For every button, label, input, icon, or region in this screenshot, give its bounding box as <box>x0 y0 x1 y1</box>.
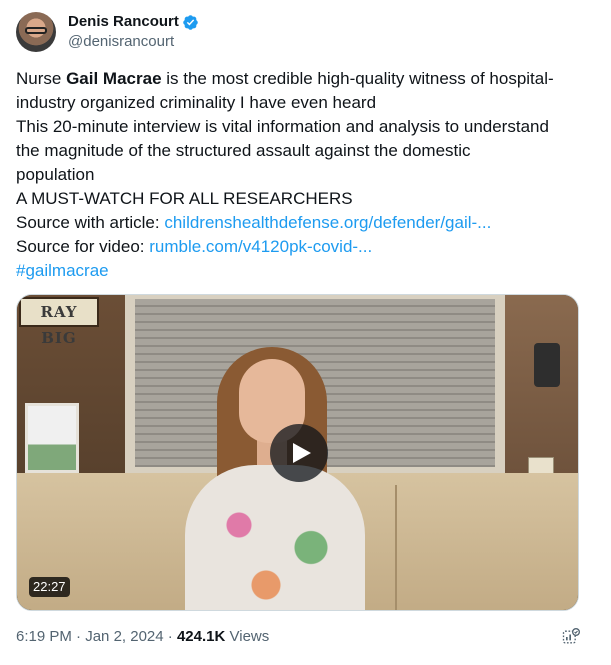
video-scene-sign: RAY BIG <box>19 297 99 347</box>
tweet-meta: 6:19 PM · Jan 2, 2024 · 424.1K Views <box>16 627 269 647</box>
video-scene-couch-seam <box>395 485 397 610</box>
source-video-link[interactable]: rumble.com/v4120pk-covid-... <box>149 237 372 256</box>
video-duration-badge: 22:27 <box>29 577 70 597</box>
source-article-label: Source with article: <box>16 213 165 232</box>
sign-text: RAY BIG <box>40 303 78 347</box>
video-scene-person-body <box>185 465 365 610</box>
views-count: 424.1K <box>176 628 226 645</box>
play-icon <box>293 443 311 463</box>
tweet-time[interactable]: 6:19 PM <box>16 628 72 645</box>
source-article-line: Source with article: childrenshealthdefe… <box>16 211 591 235</box>
tweet-line-1: Nurse Gail Macrae is the most credible h… <box>16 67 591 91</box>
source-article-link[interactable]: childrenshealthdefense.org/defender/gail… <box>164 213 491 232</box>
video-player[interactable]: RAY BIG 22:27 <box>16 294 579 611</box>
views-label: Views <box>225 628 270 645</box>
author-names: Denis Rancourt @denisrancourt <box>68 12 199 52</box>
author-display-name[interactable]: Denis Rancourt <box>68 12 179 32</box>
tweet-line-4: the magnitude of the structured assault … <box>16 141 471 160</box>
tweet-line-3: This 20-minute interview is vital inform… <box>16 117 549 136</box>
tweet-line-5: population <box>16 165 95 184</box>
analytics-icon[interactable] <box>561 627 581 647</box>
avatar[interactable] <box>16 12 56 52</box>
tweet-line-6: A MUST-WATCH FOR ALL RESEARCHERS <box>16 189 353 208</box>
video-scene-picture <box>25 403 79 473</box>
tweet-date[interactable]: Jan 2, 2024 <box>85 628 163 645</box>
mentioned-name: Gail Macrae <box>66 69 162 88</box>
author-handle[interactable]: @denisrancourt <box>68 32 199 52</box>
tweet-header: Denis Rancourt @denisrancourt <box>16 12 199 52</box>
verified-badge-icon[interactable] <box>182 14 199 31</box>
source-video-line: Source for video: rumble.com/v4120pk-cov… <box>16 235 591 259</box>
tweet-text-segment: is the most credible high-quality witnes… <box>161 69 554 88</box>
tweet-text: Nurse Gail Macrae is the most credible h… <box>16 67 591 283</box>
source-video-label: Source for video: <box>16 237 150 256</box>
name-row: Denis Rancourt <box>68 12 199 32</box>
hashtag-link[interactable]: #gailmacrae <box>16 259 591 283</box>
play-button[interactable] <box>270 424 328 482</box>
tweet-line-2: industry organized criminality I have ev… <box>16 93 377 112</box>
tweet-text-segment: Nurse <box>16 69 67 88</box>
video-scene-lamp <box>534 343 560 387</box>
meta-separator: · <box>71 628 86 645</box>
meta-separator: · <box>163 628 177 645</box>
